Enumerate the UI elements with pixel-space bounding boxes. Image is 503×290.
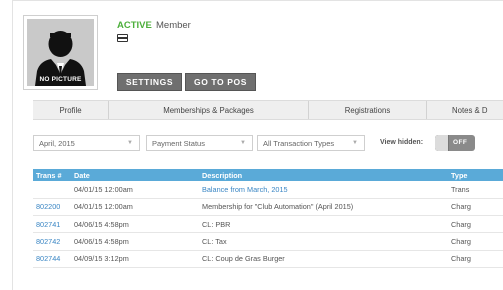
transaction-type-select[interactable]: All Transaction Types ▼ xyxy=(257,135,365,151)
table-row: 802200 04/01/15 12:00am Membership for "… xyxy=(33,198,503,217)
trans-description: CL: PBR xyxy=(199,215,448,234)
card-icon[interactable] xyxy=(117,34,128,42)
tab-registrations[interactable]: Registrations xyxy=(309,101,427,119)
member-role: Member xyxy=(156,20,191,31)
table-row: 802744 04/09/15 3:12pm CL: Coup de Gras … xyxy=(33,250,503,268)
trans-number xyxy=(33,181,71,199)
table-header-row: Trans # Date Description Type xyxy=(33,169,503,181)
trans-number-link[interactable]: 802742 xyxy=(33,232,71,251)
chevron-down-icon: ▼ xyxy=(240,140,246,146)
go-to-pos-button[interactable]: GO TO POS xyxy=(185,73,256,91)
period-value: April, 2015 xyxy=(39,138,75,148)
trans-description: CL: Tax xyxy=(199,232,448,251)
settings-button[interactable]: SETTINGS xyxy=(117,73,182,91)
trans-date: 04/06/15 4:58pm xyxy=(71,215,199,234)
trans-date: 04/06/15 4:58pm xyxy=(71,232,199,251)
transaction-type-value: All Transaction Types xyxy=(263,138,335,148)
member-status: ACTIVE xyxy=(117,20,152,31)
payment-status-select[interactable]: Payment Status ▼ xyxy=(146,135,253,151)
view-hidden-label: View hidden: xyxy=(380,139,424,146)
profile-picture[interactable]: NO PICTURE xyxy=(23,15,98,90)
transactions-table: Trans # Date Description Type 04/01/15 1… xyxy=(33,169,503,268)
toggle-label: OFF xyxy=(453,139,468,146)
column-header-trans[interactable]: Trans # xyxy=(33,169,71,181)
tab-notes[interactable]: Notes & D xyxy=(427,101,503,119)
trans-type: Charg xyxy=(448,232,503,251)
chevron-down-icon: ▼ xyxy=(352,140,358,146)
table-row: 802742 04/06/15 4:58pm CL: Tax Charg xyxy=(33,232,503,251)
trans-type: Charg xyxy=(448,215,503,234)
trans-description-link[interactable]: Balance from March, 2015 xyxy=(199,181,448,199)
no-picture-label: NO PICTURE xyxy=(39,76,82,83)
tab-profile[interactable]: Profile xyxy=(33,101,109,119)
table-row: 04/01/15 12:00am Balance from March, 201… xyxy=(33,181,503,199)
trans-type: Charg xyxy=(448,250,503,268)
trans-date: 04/01/15 12:00am xyxy=(71,198,199,217)
trans-type: Charg xyxy=(448,198,503,217)
column-header-date[interactable]: Date xyxy=(71,169,199,181)
trans-number-link[interactable]: 802741 xyxy=(33,215,71,234)
trans-number-link[interactable]: 802200 xyxy=(33,198,71,217)
tab-bar: Profile Memberships & Packages Registrat… xyxy=(33,100,503,120)
chevron-down-icon: ▼ xyxy=(127,140,133,146)
trans-type: Trans xyxy=(448,181,503,199)
trans-description: CL: Coup de Gras Burger xyxy=(199,250,448,268)
view-hidden-toggle[interactable]: OFF xyxy=(435,135,475,151)
avatar: NO PICTURE xyxy=(27,19,94,86)
table-row: 802741 04/06/15 4:58pm CL: PBR Charg xyxy=(33,215,503,234)
trans-date: 04/09/15 3:12pm xyxy=(71,250,199,268)
period-select[interactable]: April, 2015 ▼ xyxy=(33,135,140,151)
trans-description: Membership for "Club Automation" (April … xyxy=(199,198,448,217)
trans-date: 04/01/15 12:00am xyxy=(71,181,199,199)
toggle-knob xyxy=(435,135,449,151)
tab-memberships-packages[interactable]: Memberships & Packages xyxy=(109,101,309,119)
trans-number-link[interactable]: 802744 xyxy=(33,250,71,268)
column-header-type[interactable]: Type xyxy=(448,169,503,181)
payment-status-value: Payment Status xyxy=(152,138,205,148)
column-header-description[interactable]: Description xyxy=(199,169,448,181)
